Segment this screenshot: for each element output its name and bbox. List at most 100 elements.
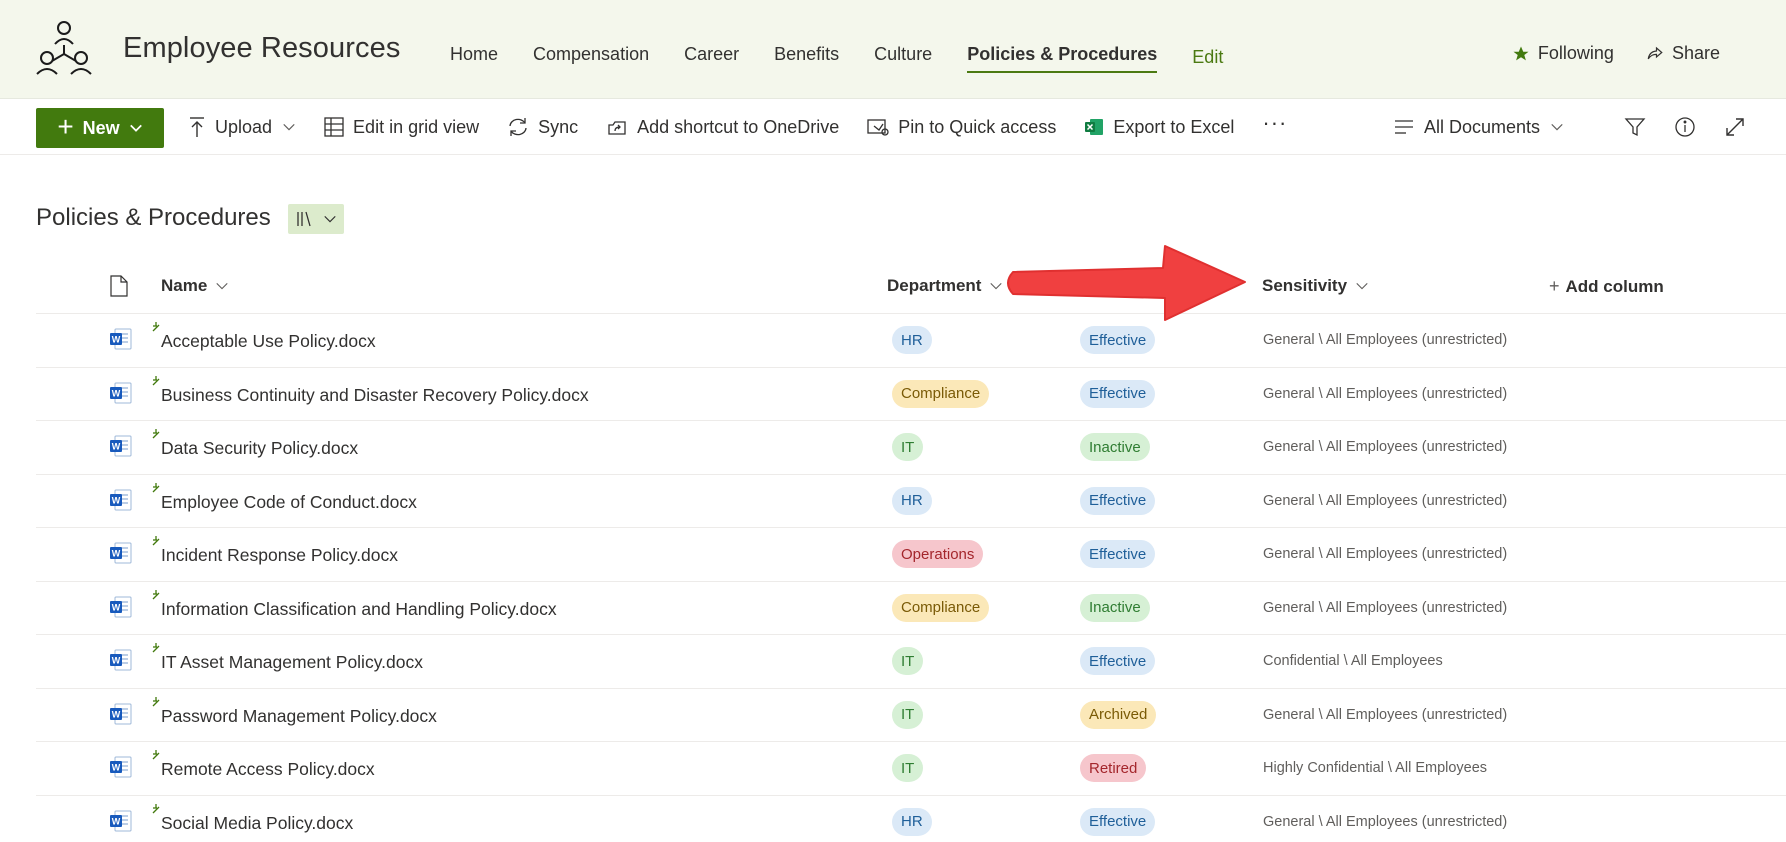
word-doc-icon: W [110,328,132,350]
new-item-indicator-icon [152,536,160,546]
edit-grid-view-label: Edit in grid view [353,116,480,137]
status-pill: Effective [1080,540,1156,568]
column-header-department-label: Department [887,276,982,295]
table-row[interactable]: W Data Security Policy.docx IT Inactive … [36,421,1786,475]
filter-button[interactable] [1624,116,1646,138]
view-selector[interactable]: All Documents [1394,117,1564,138]
column-header-sensitivity[interactable]: Sensitivity [1262,276,1369,296]
table-row[interactable]: W Employee Code of Conduct.docx HR Effec… [36,475,1786,528]
word-doc-icon: W [110,810,132,831]
sensitivity-value: General \ All Employees (unrestricted) [1263,813,1508,830]
library-view-switcher[interactable] [288,204,344,234]
table-row[interactable]: W Business Continuity and Disaster Recov… [36,368,1786,421]
table-row[interactable]: W Incident Response Policy.docx Operatio… [36,528,1786,582]
file-name[interactable]: IT Asset Management Policy.docx [161,652,423,673]
department-pill: IT [892,700,924,729]
svg-text:W: W [112,602,121,612]
new-item-indicator-icon [152,643,160,653]
chevron-down-icon [1356,282,1368,290]
file-name[interactable]: Data Security Policy.docx [161,438,358,459]
new-item-indicator-icon [152,322,160,332]
nav-item-home[interactable]: Home [450,44,498,71]
following-button[interactable]: Following [1512,43,1614,64]
share-label: Share [1671,43,1720,63]
new-item-indicator-icon [152,589,160,599]
new-item-indicator-icon [152,429,160,439]
file-name[interactable]: Employee Code of Conduct.docx [161,492,417,513]
table-row[interactable]: W Information Classification and Handlin… [36,582,1786,635]
word-doc-icon: W [110,596,132,617]
file-name[interactable]: Acceptable Use Policy.docx [161,331,376,352]
upload-icon [190,117,204,137]
library-title[interactable]: Policies & Procedures [36,204,271,232]
file-name[interactable]: Incident Response Policy.docx [161,545,398,566]
file-type-header-icon[interactable] [110,275,128,302]
nav-item-policies-procedures[interactable]: Policies & Procedures [967,44,1158,73]
nav-item-compensation[interactable]: Compensation [533,44,649,71]
pin-quick-access-label: Pin to Quick access [898,116,1057,137]
svg-text:W: W [112,495,121,505]
new-item-indicator-icon [152,750,160,760]
column-header-name[interactable]: Name [161,276,229,296]
upload-button[interactable]: Upload [188,116,296,138]
table-row[interactable]: W Social Media Policy.docx HR Effective … [36,796,1786,842]
info-icon [1675,117,1695,137]
word-doc-icon: W [110,489,132,510]
add-shortcut-onedrive-button[interactable]: Add shortcut to OneDrive [606,117,839,138]
chevron-down-icon [216,282,228,290]
new-item-indicator-icon [152,375,160,385]
add-column-button[interactable]: + Add column [1549,276,1664,297]
pin-icon [867,119,889,136]
file-name[interactable]: Password Management Policy.docx [161,706,437,727]
column-header-department[interactable]: Department [887,276,1003,296]
svg-text:W: W [112,442,121,452]
department-pill: IT [892,754,924,782]
info-button[interactable] [1674,116,1696,138]
word-doc-icon: W [110,382,132,403]
star-icon [1513,46,1529,60]
word-doc-icon: W [110,542,132,564]
table-row[interactable]: W Remote Access Policy.docx IT Retired H… [36,742,1786,796]
new-item-indicator-icon [152,803,160,813]
file-name[interactable]: Social Media Policy.docx [161,813,353,834]
department-pill: HR [892,807,932,836]
table-row[interactable]: W Password Management Policy.docx IT Arc… [36,689,1786,742]
document-list: Name Department Sensitivity + Add column… [36,262,1786,842]
svg-text:W: W [112,335,121,345]
new-item-indicator-icon [152,482,160,492]
site-title[interactable]: Employee Resources [123,32,400,65]
upload-label: Upload [215,116,273,137]
file-name[interactable]: Information Classification and Handling … [161,599,557,620]
table-row[interactable]: W IT Asset Management Policy.docx IT Eff… [36,635,1786,689]
command-right: All Documents [1394,99,1746,155]
more-options-button[interactable]: ··· [1262,110,1287,136]
department-pill: Operations [892,540,984,568]
department-pill: IT [892,647,924,675]
plus-icon: + [57,110,74,142]
file-name[interactable]: Business Continuity and Disaster Recover… [161,385,589,406]
sync-label: Sync [538,116,579,137]
edit-grid-view-button[interactable]: Edit in grid view [324,117,479,138]
pin-quick-access-button[interactable]: Pin to Quick access [867,117,1056,138]
department-pill: HR [892,486,932,515]
expand-button[interactable] [1724,116,1746,138]
table-row[interactable]: W Acceptable Use Policy.docx HR Effectiv… [36,314,1786,368]
nav-item-benefits[interactable]: Benefits [774,44,839,71]
file-name[interactable]: Remote Access Policy.docx [161,759,375,780]
nav-item-culture[interactable]: Culture [874,44,932,71]
department-pill: Compliance [892,379,990,408]
status-pill: Inactive [1080,433,1150,461]
export-excel-button[interactable]: Export to Excel [1084,117,1234,138]
new-button[interactable]: + New [36,108,164,148]
chevron-down-icon [990,282,1003,290]
nav-edit-link[interactable]: Edit [1192,47,1223,68]
people-network-icon[interactable] [34,18,94,78]
sync-button[interactable]: Sync [507,117,578,138]
share-button[interactable]: Share [1646,43,1720,64]
table-body: W Acceptable Use Policy.docx HR Effectiv… [36,314,1786,842]
department-pill: IT [892,433,924,461]
column-header-row: Name Department Sensitivity + Add column [36,262,1786,314]
nav-item-career[interactable]: Career [684,44,739,71]
chevron-down-icon [283,123,295,131]
sensitivity-value: General \ All Employees (unrestricted) [1263,385,1508,402]
